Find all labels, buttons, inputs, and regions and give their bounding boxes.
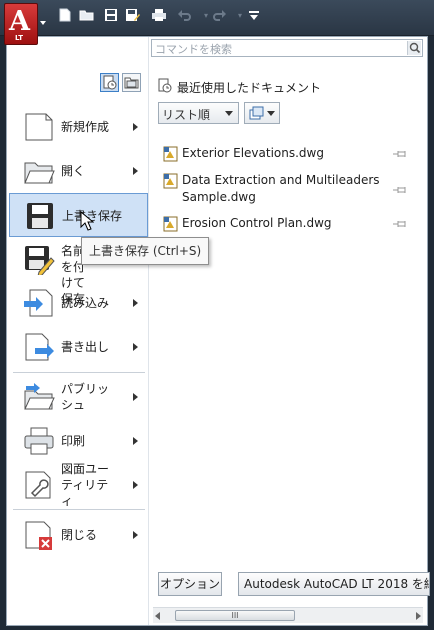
chevron-down-icon xyxy=(40,21,46,25)
search-input[interactable]: コマンドを検索 xyxy=(151,39,423,57)
close-drawing-icon xyxy=(23,519,55,551)
publish-icon xyxy=(23,381,55,413)
menu-item-new[interactable]: 新規作成 xyxy=(9,105,148,149)
search-placeholder: コマンドを検索 xyxy=(155,43,232,56)
export-icon xyxy=(23,331,55,363)
search-icon[interactable] xyxy=(407,41,421,55)
options-button[interactable]: オプション xyxy=(158,572,222,596)
chevron-right-icon xyxy=(133,123,138,131)
title-bar: ▾ ▾ xyxy=(0,0,434,36)
exit-autocad-button[interactable]: Autodesk AutoCAD LT 2018 を終了 xyxy=(238,572,430,596)
document-name: Data Extraction and Multileaders Sample.… xyxy=(182,173,380,204)
open-folder-icon xyxy=(23,155,55,187)
application-menu-button[interactable]: A LT xyxy=(4,3,46,45)
dwg-file-icon xyxy=(163,146,179,162)
menu-item-label: 図面ユーティリティ xyxy=(61,462,110,508)
recent-documents-toggle[interactable] xyxy=(100,73,119,92)
application-menu-panel: 新規作成 開く 上書き保存 名前を付けて保存 読み込み 書き出し パブリッシュ … xyxy=(6,36,430,626)
save-disk-icon xyxy=(24,200,56,232)
save-tooltip: 上書き保存 (Ctrl+S) xyxy=(81,237,210,265)
menu-item-open[interactable]: 開く xyxy=(9,149,148,193)
mouse-cursor-icon xyxy=(80,210,95,231)
scroll-right-icon[interactable] xyxy=(416,612,421,620)
new-drawing-icon xyxy=(23,111,55,143)
pin-icon[interactable] xyxy=(393,148,407,158)
menu-item-label: 上書き保存 xyxy=(62,209,123,223)
chevron-down-icon xyxy=(267,111,275,116)
chevron-right-icon xyxy=(133,437,138,445)
open-icon[interactable] xyxy=(78,8,96,24)
recent-documents-icon xyxy=(158,78,172,96)
open-documents-toggle[interactable] xyxy=(122,73,141,92)
icon-view-icon xyxy=(249,106,265,123)
menu-item-label: 開く xyxy=(61,164,86,178)
menu-item-print[interactable]: 印刷 xyxy=(9,419,148,463)
redo-icon[interactable] xyxy=(210,8,228,24)
scroll-left-icon[interactable] xyxy=(155,612,160,620)
menu-item-label: 閉じる xyxy=(61,528,98,542)
menu-item-publish[interactable]: パブリッシュ xyxy=(9,375,148,419)
import-icon xyxy=(23,287,55,319)
document-name: Exterior Elevations.dwg xyxy=(182,146,324,160)
sort-order-value: リスト順 xyxy=(162,108,211,122)
dwg-file-icon xyxy=(163,216,179,232)
menu-divider xyxy=(13,509,145,510)
menu-item-import[interactable]: 読み込み xyxy=(9,281,148,325)
menu-column: 新規作成 開く 上書き保存 名前を付けて保存 読み込み 書き出し パブリッシュ … xyxy=(7,37,148,625)
recent-documents-heading: 最近使用したドキュメント xyxy=(158,78,321,96)
menu-item-label: パブリッシュ xyxy=(61,382,110,412)
chevron-right-icon xyxy=(133,299,138,307)
menu-item-label: 新規作成 xyxy=(61,120,110,134)
recent-documents-pane: コマンドを検索 最近使用したドキュメント リスト順 Exterior Eleva… xyxy=(148,37,430,625)
recent-documents-title: 最近使用したドキュメント xyxy=(177,80,322,95)
menu-item-label: 印刷 xyxy=(61,434,86,448)
menu-item-drawing-utilities[interactable]: 図面ユーティリティ xyxy=(9,462,148,508)
printer-icon xyxy=(23,425,55,457)
wrench-icon xyxy=(23,469,55,501)
menu-divider xyxy=(13,372,145,373)
scrollbar-thumb[interactable]: III xyxy=(175,610,295,621)
menu-item-save[interactable]: 上書き保存 xyxy=(9,193,148,237)
sort-order-dropdown[interactable]: リスト順 xyxy=(158,102,239,124)
menu-item-export[interactable]: 書き出し xyxy=(9,325,148,369)
document-name: Erosion Control Plan.dwg xyxy=(182,216,332,230)
pin-icon[interactable] xyxy=(393,218,407,228)
dwg-file-icon xyxy=(163,173,179,189)
logo-badge: LT xyxy=(15,34,24,42)
chevron-right-icon xyxy=(133,531,138,539)
print-icon[interactable] xyxy=(150,8,168,24)
save-icon[interactable] xyxy=(102,8,120,24)
menu-item-label: 書き出し xyxy=(61,340,110,354)
logo-letter: A xyxy=(9,6,30,37)
new-icon[interactable] xyxy=(56,8,74,24)
chevron-down-icon xyxy=(225,111,233,116)
undo-icon[interactable] xyxy=(176,8,194,24)
customize-icon[interactable] xyxy=(245,8,263,24)
pin-icon[interactable] xyxy=(393,184,407,194)
chevron-right-icon xyxy=(133,167,138,175)
horizontal-scrollbar[interactable]: III xyxy=(153,607,423,623)
autocad-logo: A LT xyxy=(4,3,38,45)
display-mode-dropdown[interactable] xyxy=(244,102,280,124)
application-window: ▾ ▾ A LT 新規作成 開く 上書き保存 名前を付けて保存 読み込み 書き出… xyxy=(0,0,434,630)
chevron-right-icon xyxy=(133,343,138,351)
save-as-icon[interactable] xyxy=(124,8,142,24)
menu-item-label: 読み込み xyxy=(61,296,110,310)
chevron-right-icon xyxy=(133,481,138,489)
save-as-icon xyxy=(23,243,55,277)
menu-item-close[interactable]: 閉じる xyxy=(9,513,148,557)
chevron-right-icon xyxy=(133,393,138,401)
